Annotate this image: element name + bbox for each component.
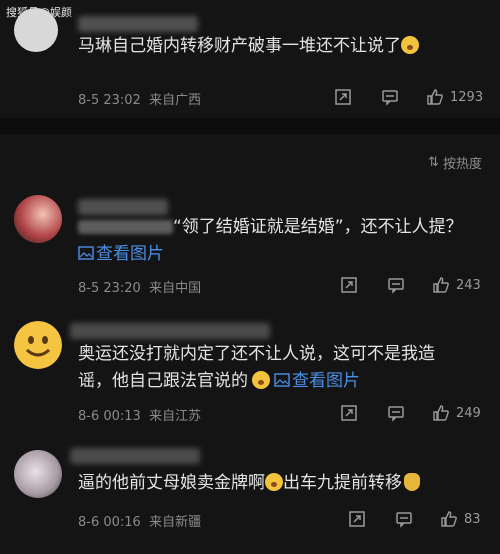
comment-icon — [388, 278, 404, 294]
sort-icon: ⇅ — [428, 155, 439, 170]
username[interactable] — [70, 323, 270, 339]
username[interactable] — [70, 448, 200, 464]
comment-text: 逼的他前丈母娘卖金牌啊 出车九提前转移 — [78, 470, 486, 497]
share-button[interactable] — [340, 404, 358, 422]
avatar[interactable] — [14, 195, 62, 243]
image-icon — [78, 246, 94, 260]
comment-text: 马琳自己婚内转移财产破事一堆还不让说了 — [78, 33, 486, 60]
like-button[interactable]: 243 — [432, 276, 481, 294]
like-button[interactable]: 249 — [432, 404, 481, 422]
reply-button[interactable] — [387, 276, 405, 294]
thumbs-up-icon — [441, 511, 457, 527]
comment-icon — [388, 406, 404, 422]
view-image-link[interactable]: 查看图片 — [274, 371, 360, 391]
comment-icon — [396, 512, 412, 528]
view-image-link[interactable]: 查看图片 — [78, 244, 164, 264]
comment-text: “领了结婚证就是结婚”，还不让人提？ 查看图片 — [78, 214, 486, 268]
share-icon — [335, 89, 351, 105]
blurred-text — [78, 220, 173, 234]
username[interactable] — [78, 16, 198, 32]
share-icon — [341, 277, 357, 293]
comment-item: 马琳自己婚内转移财产破事一堆还不让说了 8-5 23:02 来自广西 1293 — [0, 0, 500, 118]
share-button[interactable] — [340, 276, 358, 294]
avatar[interactable] — [14, 8, 58, 52]
comment-text: 奥运还没打就内定了还不让人说，这可不是我造 谣，他自己跟法官说的 查看图片 — [78, 344, 435, 391]
share-button[interactable] — [334, 88, 352, 106]
like-button[interactable]: 83 — [440, 510, 481, 528]
reply-button[interactable] — [387, 404, 405, 422]
money-bag-icon — [404, 473, 420, 491]
comment-icon — [382, 90, 398, 106]
reply-button[interactable] — [381, 88, 399, 106]
thumbs-up-icon — [433, 277, 449, 293]
thumbs-up-icon — [433, 405, 449, 421]
sort-toggle[interactable]: ⇅ 按热度 — [428, 153, 482, 172]
username[interactable] — [78, 199, 168, 215]
image-icon — [274, 373, 290, 387]
thumbs-up-icon — [427, 89, 443, 105]
share-icon — [341, 405, 357, 421]
share-icon — [349, 511, 365, 527]
like-button[interactable]: 1293 — [426, 88, 483, 106]
section-divider — [0, 118, 500, 134]
shocked-emoji-icon — [401, 36, 419, 54]
share-button[interactable] — [348, 510, 366, 528]
laughing-emoji-icon — [252, 371, 270, 389]
avatar[interactable] — [14, 321, 62, 369]
comment-item: 逼的他前丈母娘卖金牌啊 出车九提前转移 8-6 00:16 来自新疆 83 — [0, 440, 500, 554]
reply-button[interactable] — [395, 510, 413, 528]
laughing-emoji-icon — [265, 473, 283, 491]
comment-item: 奥运还没打就内定了还不让人说，这可不是我造 谣，他自己跟法官说的 查看图片 8-6… — [0, 315, 500, 435]
comment-item: “领了结婚证就是结婚”，还不让人提？ 查看图片 8-5 23:20 来自中国 2… — [0, 185, 500, 305]
avatar[interactable] — [14, 450, 62, 498]
